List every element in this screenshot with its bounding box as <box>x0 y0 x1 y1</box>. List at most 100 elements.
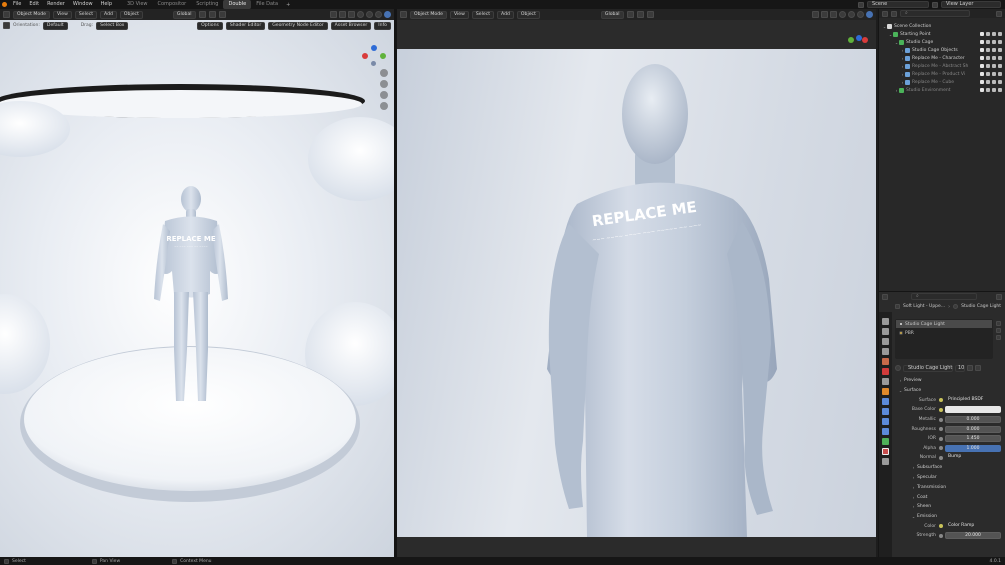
subsection-header[interactable]: › Coat <box>892 492 1005 502</box>
object-data-tab-icon[interactable] <box>882 438 889 445</box>
world-tab-icon[interactable] <box>882 368 889 375</box>
menu-view[interactable]: View <box>52 10 72 19</box>
subsection-header[interactable]: › Sheen <box>892 502 1005 512</box>
workspace-tab-file-data[interactable]: File Data <box>251 0 283 9</box>
select-tool-icon[interactable] <box>3 22 10 29</box>
transform-orientation-dropdown[interactable]: Global <box>172 10 196 19</box>
snap-icon[interactable] <box>636 11 644 18</box>
axis-x-icon[interactable] <box>862 37 868 43</box>
object-mode-dropdown[interactable]: Object Mode <box>13 10 50 19</box>
pin-icon[interactable] <box>996 293 1002 300</box>
checkbox-icon[interactable] <box>980 64 984 68</box>
axis-z-icon[interactable] <box>371 45 377 51</box>
axis-neg-icon[interactable] <box>371 61 376 66</box>
eye-icon[interactable] <box>992 40 996 44</box>
subsection-header[interactable]: ⌄ Emission <box>892 512 1005 522</box>
editor-type-icon[interactable] <box>400 11 407 18</box>
outliner-row[interactable]: › Replace Me - Abstract Sh <box>879 62 1005 70</box>
shading-rendered-icon[interactable] <box>866 11 873 18</box>
breadcrumb-object[interactable]: Soft Light - Uppe... <box>903 304 945 309</box>
emission-strength-field[interactable]: 20.000 <box>945 532 1001 540</box>
material-slot-item[interactable]: PBR <box>896 329 992 337</box>
axis-y-icon[interactable] <box>848 37 854 43</box>
shading-material-icon[interactable] <box>375 11 382 18</box>
shading-solid-icon[interactable] <box>848 11 855 18</box>
geometry-node-editor-button[interactable]: Geometry Node Editor <box>268 21 328 30</box>
asset-browser-button[interactable]: Asset Browser <box>330 21 372 30</box>
shading-wireframe-icon[interactable] <box>357 11 364 18</box>
menu-select[interactable]: Select <box>471 10 495 19</box>
options-dropdown[interactable]: Options <box>197 21 223 30</box>
editor-type-icon[interactable] <box>3 11 10 18</box>
transform-orientation-dropdown[interactable]: Global <box>600 10 624 19</box>
tool-tab-icon[interactable] <box>882 318 889 325</box>
visibility-icon[interactable] <box>812 11 819 18</box>
outliner-row[interactable]: ⌄ Scene Collection <box>879 22 1005 30</box>
eye-icon[interactable] <box>992 56 996 60</box>
subsection-header[interactable]: › Specular <box>892 473 1005 483</box>
render-tab-icon[interactable] <box>882 328 889 335</box>
menu-object[interactable]: Object <box>119 10 143 19</box>
eye-icon[interactable] <box>992 32 996 36</box>
output-tab-icon[interactable] <box>882 338 889 345</box>
physics-tab-icon[interactable] <box>882 418 889 425</box>
menu-view[interactable]: View <box>449 10 469 19</box>
right-3d-viewport[interactable]: Object Mode View Select Add Object Globa… <box>397 9 876 557</box>
menu-help[interactable]: Help <box>97 0 116 9</box>
constraints-tab-icon[interactable] <box>882 428 889 435</box>
shading-material-icon[interactable] <box>857 11 864 18</box>
eye-icon[interactable] <box>992 88 996 92</box>
filter-icon[interactable] <box>996 10 1002 17</box>
collection-tab-icon[interactable] <box>882 378 889 385</box>
material-user-count[interactable]: 10 <box>955 364 965 372</box>
slot-specials-icon[interactable] <box>996 335 1001 340</box>
outliner-editor-icon[interactable] <box>882 10 888 17</box>
workspace-tab-double[interactable]: Double <box>223 0 252 9</box>
scene-selector[interactable]: Scene <box>867 1 929 8</box>
material-slot-item[interactable]: Studio Cage Light <box>896 320 992 328</box>
shading-wireframe-icon[interactable] <box>839 11 846 18</box>
duplicate-material-icon[interactable] <box>967 365 973 371</box>
properties-editor-icon[interactable] <box>882 293 888 300</box>
outliner-row[interactable]: › Studio Cage Objects <box>879 46 1005 54</box>
select-arrow-icon[interactable] <box>986 56 990 60</box>
overlay-toggle-icon[interactable] <box>830 11 837 18</box>
visibility-icon[interactable] <box>330 11 337 18</box>
navigation-gizmo[interactable] <box>360 45 390 71</box>
blender-logo-icon[interactable] <box>0 0 9 9</box>
camera-view-icon[interactable] <box>380 91 388 99</box>
select-arrow-icon[interactable] <box>986 64 990 68</box>
scene-tab-icon[interactable] <box>882 358 889 365</box>
camera-icon[interactable] <box>998 32 1002 36</box>
view-layer-tab-icon[interactable] <box>882 348 889 355</box>
proportional-edit-icon[interactable] <box>218 11 226 18</box>
object-mode-dropdown[interactable]: Object Mode <box>410 10 447 19</box>
view-layer-selector[interactable]: View Layer <box>941 1 1001 8</box>
subsection-header[interactable]: › Transmission <box>892 482 1005 492</box>
outliner-row[interactable]: › Studio Environment <box>879 86 1005 94</box>
menu-edit[interactable]: Edit <box>25 0 43 9</box>
unlink-material-icon[interactable] <box>975 365 981 371</box>
orientation-value-dropdown[interactable]: Default <box>42 21 68 30</box>
surface-section-header[interactable]: ⌄ Surface <box>892 386 1005 396</box>
shader-editor-button[interactable]: Shader Editor <box>225 21 266 30</box>
shading-solid-icon[interactable] <box>366 11 373 18</box>
outliner-row[interactable]: ⌄ Studio Cage <box>879 38 1005 46</box>
material-tab-icon[interactable] <box>882 448 889 455</box>
menu-render[interactable]: Render <box>43 0 69 9</box>
menu-file[interactable]: File <box>9 0 25 9</box>
remove-slot-icon[interactable] <box>996 328 1001 333</box>
camera-icon[interactable] <box>998 64 1002 68</box>
camera-icon[interactable] <box>998 56 1002 60</box>
modifier-tab-icon[interactable] <box>882 398 889 405</box>
zoom-icon[interactable] <box>380 69 388 77</box>
surface-shader-dropdown[interactable]: Principled BSDF <box>945 396 1001 404</box>
drag-value-dropdown[interactable]: Select Box <box>96 21 129 30</box>
camera-icon[interactable] <box>998 88 1002 92</box>
menu-select[interactable]: Select <box>74 10 98 19</box>
checkbox-icon[interactable] <box>980 72 984 76</box>
perspective-toggle-icon[interactable] <box>380 102 388 110</box>
emission-color-value[interactable]: Color Ramp <box>945 522 1001 530</box>
field-value[interactable]: 0.000 <box>945 425 1001 433</box>
menu-window[interactable]: Window <box>69 0 97 9</box>
